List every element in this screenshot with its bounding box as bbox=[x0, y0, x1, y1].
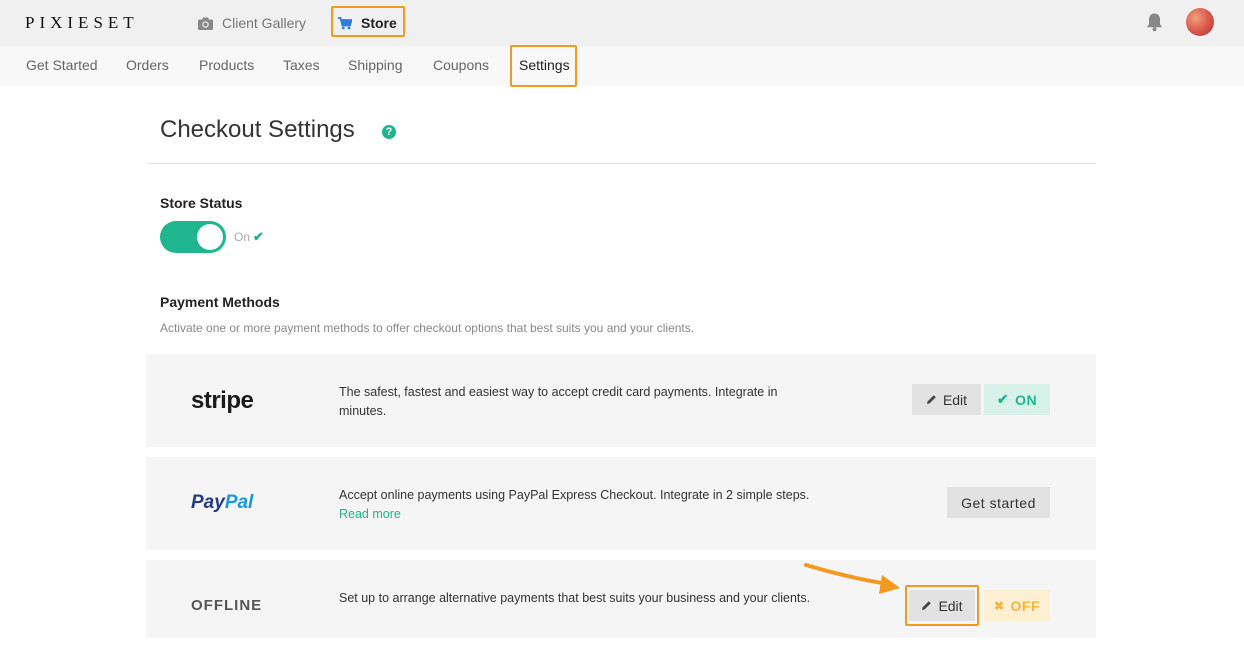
x-icon: ✖ bbox=[993, 598, 1005, 613]
toggle-knob bbox=[197, 224, 223, 250]
tab-orders[interactable]: Orders bbox=[126, 57, 169, 73]
settings-highlight-box bbox=[510, 45, 577, 87]
page-title: Checkout Settings bbox=[160, 116, 355, 143]
paypal-read-more-link[interactable]: Read more bbox=[339, 505, 859, 524]
payment-methods-description: Activate one or more payment methods to … bbox=[160, 321, 695, 335]
store-status-heading: Store Status bbox=[160, 195, 243, 211]
stripe-card: stripe The safest, fastest and easiest w… bbox=[146, 354, 1096, 447]
offline-description-line1: Set up to arrange alternative payments t… bbox=[339, 591, 811, 605]
avatar[interactable] bbox=[1186, 8, 1214, 36]
tab-shipping[interactable]: Shipping bbox=[348, 57, 403, 73]
offline-edit-highlight-box bbox=[905, 585, 979, 626]
tab-taxes[interactable]: Taxes bbox=[283, 57, 320, 73]
stripe-edit-label: Edit bbox=[942, 391, 968, 408]
sub-nav: Get Started Orders Products Taxes Shippi… bbox=[0, 46, 1244, 86]
nav-client-gallery-label: Client Gallery bbox=[222, 15, 307, 31]
check-icon: ✔ bbox=[996, 391, 1010, 407]
offline-off-label: OFF bbox=[1010, 597, 1041, 614]
paypal-card: PayPal Accept online payments using PayP… bbox=[146, 457, 1096, 550]
store-status-toggle[interactable] bbox=[160, 221, 226, 253]
pixieset-logo[interactable]: PIXIESET bbox=[25, 13, 139, 33]
stripe-on-button[interactable]: ✔ ON bbox=[984, 384, 1050, 415]
paypal-logo: PayPal bbox=[191, 492, 253, 514]
stripe-edit-button[interactable]: Edit bbox=[912, 384, 981, 415]
payment-methods-heading: Payment Methods bbox=[160, 294, 280, 310]
check-icon: ✔ bbox=[253, 229, 264, 244]
top-bar: PIXIESET Client Gallery Store bbox=[0, 0, 1244, 46]
stripe-on-label: ON bbox=[1015, 391, 1038, 408]
stripe-description-line2: minutes. bbox=[339, 404, 387, 418]
stripe-description: The safest, fastest and easiest way to a… bbox=[339, 383, 819, 421]
store-status-text: On bbox=[234, 230, 251, 244]
nav-client-gallery[interactable]: Client Gallery bbox=[198, 12, 306, 34]
camera-icon bbox=[198, 17, 213, 30]
stripe-logo: stripe bbox=[191, 387, 254, 414]
paypal-description: Accept online payments using PayPal Expr… bbox=[339, 486, 859, 524]
tab-coupons[interactable]: Coupons bbox=[433, 57, 489, 73]
store-highlight-box bbox=[331, 6, 405, 37]
help-icon[interactable]: ? bbox=[382, 125, 396, 139]
offline-off-button[interactable]: ✖ OFF bbox=[984, 590, 1050, 621]
paypal-logo-pal: Pal bbox=[224, 492, 254, 513]
tab-get-started[interactable]: Get Started bbox=[26, 57, 98, 73]
pencil-icon bbox=[926, 395, 936, 404]
paypal-get-started-button[interactable]: Get started bbox=[947, 487, 1050, 518]
stripe-description-line1: The safest, fastest and easiest way to a… bbox=[339, 385, 778, 399]
title-divider bbox=[146, 163, 1096, 164]
paypal-description-line1: Accept online payments using PayPal Expr… bbox=[339, 488, 810, 502]
offline-description: Set up to arrange alternative payments t… bbox=[339, 589, 859, 608]
bell-icon[interactable] bbox=[1145, 12, 1164, 32]
tab-products[interactable]: Products bbox=[199, 57, 254, 73]
store-status-state: On ✔ bbox=[234, 229, 264, 245]
offline-logo: OFFLINE bbox=[191, 597, 263, 614]
paypal-logo-pay: Pay bbox=[191, 492, 225, 513]
